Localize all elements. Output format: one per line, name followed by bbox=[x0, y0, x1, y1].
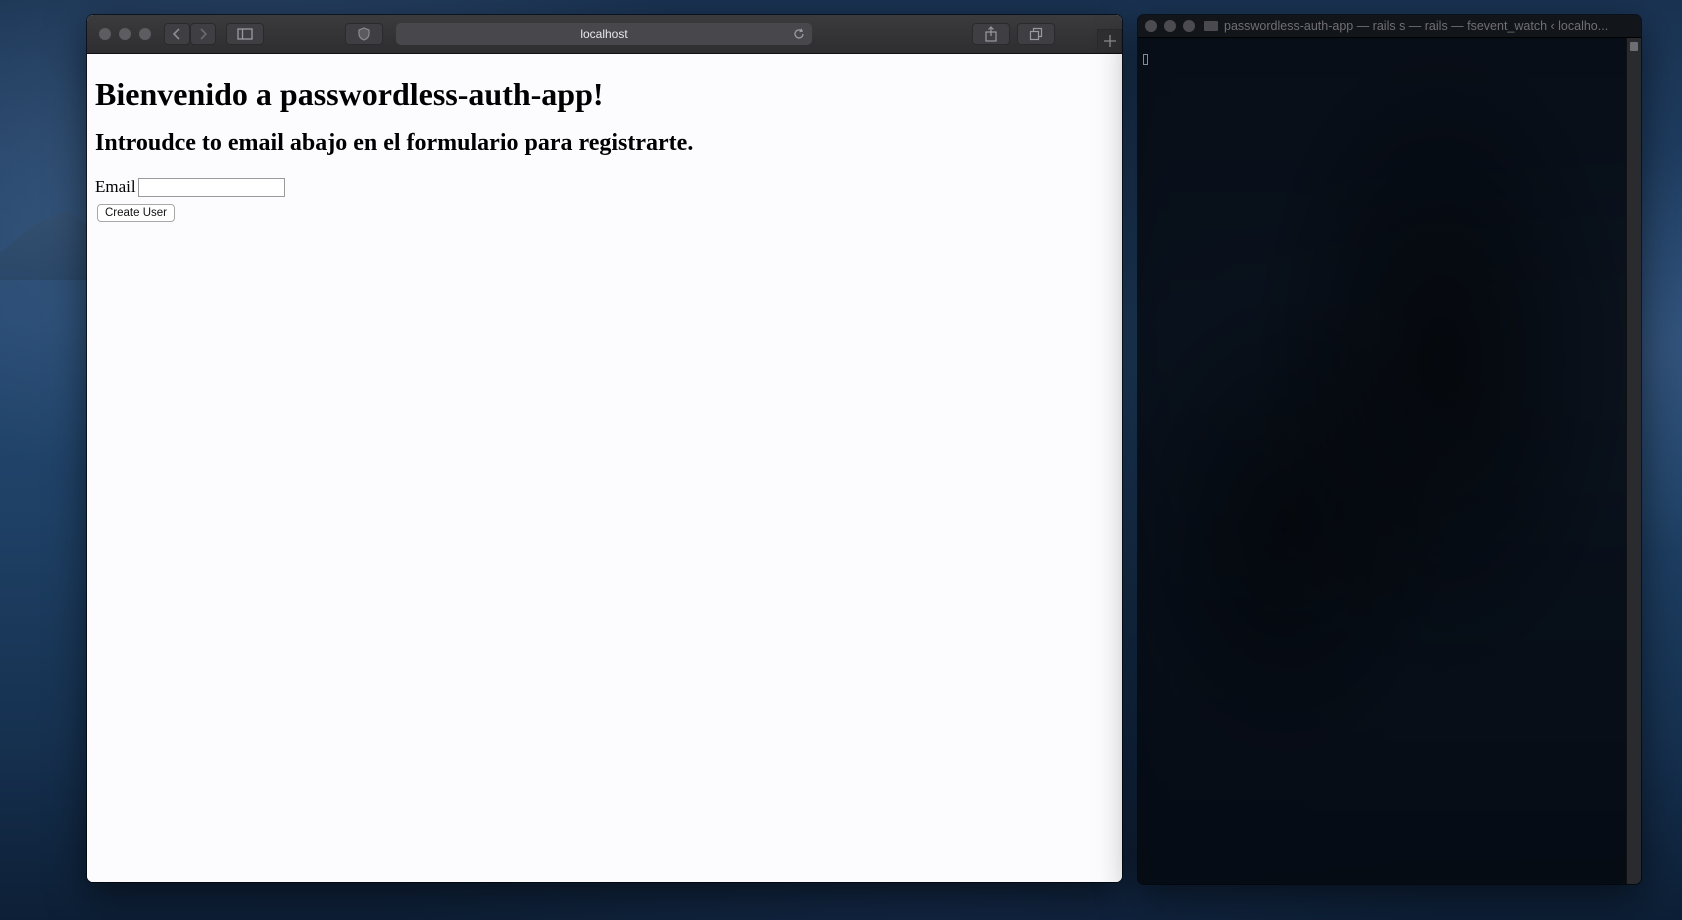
email-label: Email bbox=[95, 177, 136, 196]
terminal-minimize-button[interactable] bbox=[1164, 20, 1176, 32]
back-button[interactable] bbox=[164, 23, 190, 45]
email-field[interactable] bbox=[137, 177, 285, 197]
address-text: localhost bbox=[580, 27, 628, 41]
browser-window: localhost Bienvenido a passwordless-auth… bbox=[87, 15, 1122, 882]
reload-icon[interactable] bbox=[792, 27, 806, 41]
forward-icon bbox=[200, 28, 208, 40]
shield-icon bbox=[358, 27, 370, 41]
forward-button[interactable] bbox=[190, 23, 216, 45]
new-tab-button[interactable] bbox=[1097, 29, 1122, 53]
terminal-output[interactable] bbox=[1138, 38, 1627, 884]
terminal-close-button[interactable] bbox=[1145, 20, 1157, 32]
privacy-report-button[interactable] bbox=[345, 23, 383, 45]
email-form-row: Email bbox=[95, 176, 1114, 198]
page-subheading: Introudce to email abajo en el formulari… bbox=[95, 130, 694, 156]
terminal-zoom-button[interactable] bbox=[1183, 20, 1195, 32]
minimize-window-button[interactable] bbox=[119, 28, 131, 40]
folder-icon bbox=[1204, 21, 1218, 31]
terminal-titlebar: passwordless-auth-app — rails s — rails … bbox=[1138, 15, 1641, 38]
tab-overview-button[interactable] bbox=[1017, 23, 1055, 45]
sidebar-button[interactable] bbox=[226, 23, 264, 45]
browser-toolbar: localhost bbox=[87, 15, 1122, 54]
back-icon bbox=[172, 28, 180, 40]
tabs-icon bbox=[1029, 27, 1043, 41]
scrollbar-thumb[interactable] bbox=[1630, 42, 1638, 51]
terminal-scrollbar[interactable] bbox=[1626, 38, 1641, 884]
web-page: Bienvenido a passwordless-auth-app! Intr… bbox=[87, 54, 1122, 882]
zoom-window-button[interactable] bbox=[139, 28, 151, 40]
terminal-window: passwordless-auth-app — rails s — rails … bbox=[1138, 15, 1641, 884]
share-icon bbox=[985, 26, 997, 42]
new-tab-icon bbox=[1103, 35, 1116, 47]
terminal-title: passwordless-auth-app — rails s — rails … bbox=[1224, 19, 1609, 33]
create-user-button[interactable]: Create User bbox=[97, 204, 175, 222]
address-bar[interactable]: localhost bbox=[396, 23, 812, 45]
close-window-button[interactable] bbox=[99, 28, 111, 40]
terminal-cursor bbox=[1143, 54, 1148, 65]
page-heading: Bienvenido a passwordless-auth-app! bbox=[95, 76, 604, 112]
share-button[interactable] bbox=[972, 23, 1010, 45]
sidebar-icon bbox=[237, 28, 253, 40]
